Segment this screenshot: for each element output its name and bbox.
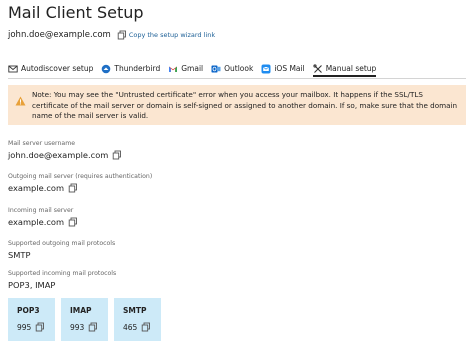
tab-gmail[interactable]: Gmail [168, 62, 203, 75]
setup-tabs: Autodiscover setup Thunderbird Gmail Out… [8, 62, 466, 79]
username-value: john.doe@example.com [8, 150, 109, 160]
ios-mail-icon [261, 64, 271, 74]
protocol-name: POP3 [17, 306, 40, 315]
incoming-server-value: example.com [8, 217, 65, 227]
field-value-row: john.doe@example.com [8, 150, 122, 160]
field-value-row: SMTP [8, 250, 115, 260]
warning-icon [15, 91, 26, 106]
tab-ios-mail[interactable]: iOS Mail [261, 62, 305, 75]
tab-outlook[interactable]: Outlook [211, 62, 253, 75]
account-row: john.doe@example.com Copy the setup wiza… [8, 30, 215, 40]
tab-label: Autodiscover setup [21, 64, 94, 73]
port-cards: POP3 995 IMAP 993 SMTP 465 [8, 298, 167, 341]
copy-icon[interactable] [35, 322, 45, 332]
mail-client-setup-page: Mail Client Setup john.doe@example.com C… [0, 0, 474, 352]
copy-icon[interactable] [112, 150, 122, 160]
field-label: Outgoing mail server (requires authentic… [8, 173, 153, 180]
field-label: Mail server username [8, 140, 76, 147]
copy-icon[interactable] [68, 183, 78, 193]
tab-label: Thunderbird [114, 64, 161, 73]
tab-label: Manual setup [325, 64, 377, 73]
tab-manual-setup[interactable]: Manual setup [312, 62, 377, 77]
field-label: Supported outgoing mail protocols [8, 240, 116, 247]
gmail-icon [168, 64, 178, 74]
port-number: 995 [17, 322, 32, 332]
copy-setup-link-label[interactable]: Copy the setup wizard link [129, 31, 215, 39]
port-number: 465 [123, 322, 138, 332]
protocol-name: IMAP [70, 306, 92, 315]
copy-icon [117, 30, 127, 40]
field-mail-server-username: Mail server username john.doe@example.co… [8, 140, 122, 160]
copy-setup-link-button[interactable]: Copy the setup wizard link [117, 30, 215, 40]
field-value-row: example.com [8, 183, 152, 193]
tab-autodiscover-setup[interactable]: Autodiscover setup [8, 62, 93, 75]
field-label: Incoming mail server [8, 207, 74, 214]
certificate-warning-notice: Note: You may see the "Untrusted certifi… [8, 85, 466, 125]
port-row: 995 [17, 322, 55, 332]
field-label: Supported incoming mail protocols [8, 270, 117, 277]
port-row: 993 [70, 322, 108, 332]
outlook-icon [211, 64, 221, 74]
protocol-name: SMTP [123, 306, 147, 315]
outgoing-server-value: example.com [8, 183, 65, 193]
tab-label: Outlook [224, 64, 254, 73]
port-card-pop3: POP3 995 [8, 298, 55, 341]
port-number: 993 [70, 322, 85, 332]
tools-icon [313, 63, 323, 74]
envelope-icon [8, 64, 18, 74]
tab-label: iOS Mail [274, 64, 305, 73]
notice-text: Note: You may see the "Untrusted certifi… [32, 90, 458, 120]
page-title: Mail Client Setup [8, 3, 144, 22]
field-value-row: POP3, IMAP [8, 280, 116, 290]
copy-icon[interactable] [141, 322, 151, 332]
port-card-imap: IMAP 993 [61, 298, 108, 341]
tab-thunderbird[interactable]: Thunderbird [101, 62, 160, 75]
port-card-smtp: SMTP 465 [114, 298, 161, 341]
account-email: john.doe@example.com [8, 30, 111, 40]
field-outgoing-mail-server: Outgoing mail server (requires authentic… [8, 173, 152, 193]
tab-label: Gmail [181, 64, 204, 73]
field-incoming-protocols: Supported incoming mail protocols POP3, … [8, 270, 116, 290]
incoming-protocols-value: POP3, IMAP [8, 280, 56, 290]
field-incoming-mail-server: Incoming mail server example.com [8, 207, 78, 227]
outgoing-protocols-value: SMTP [8, 250, 31, 260]
port-row: 465 [123, 322, 161, 332]
thunderbird-icon [101, 64, 111, 74]
copy-icon[interactable] [68, 217, 78, 227]
copy-icon[interactable] [88, 322, 98, 332]
field-outgoing-protocols: Supported outgoing mail protocols SMTP [8, 240, 115, 260]
field-value-row: example.com [8, 217, 78, 227]
